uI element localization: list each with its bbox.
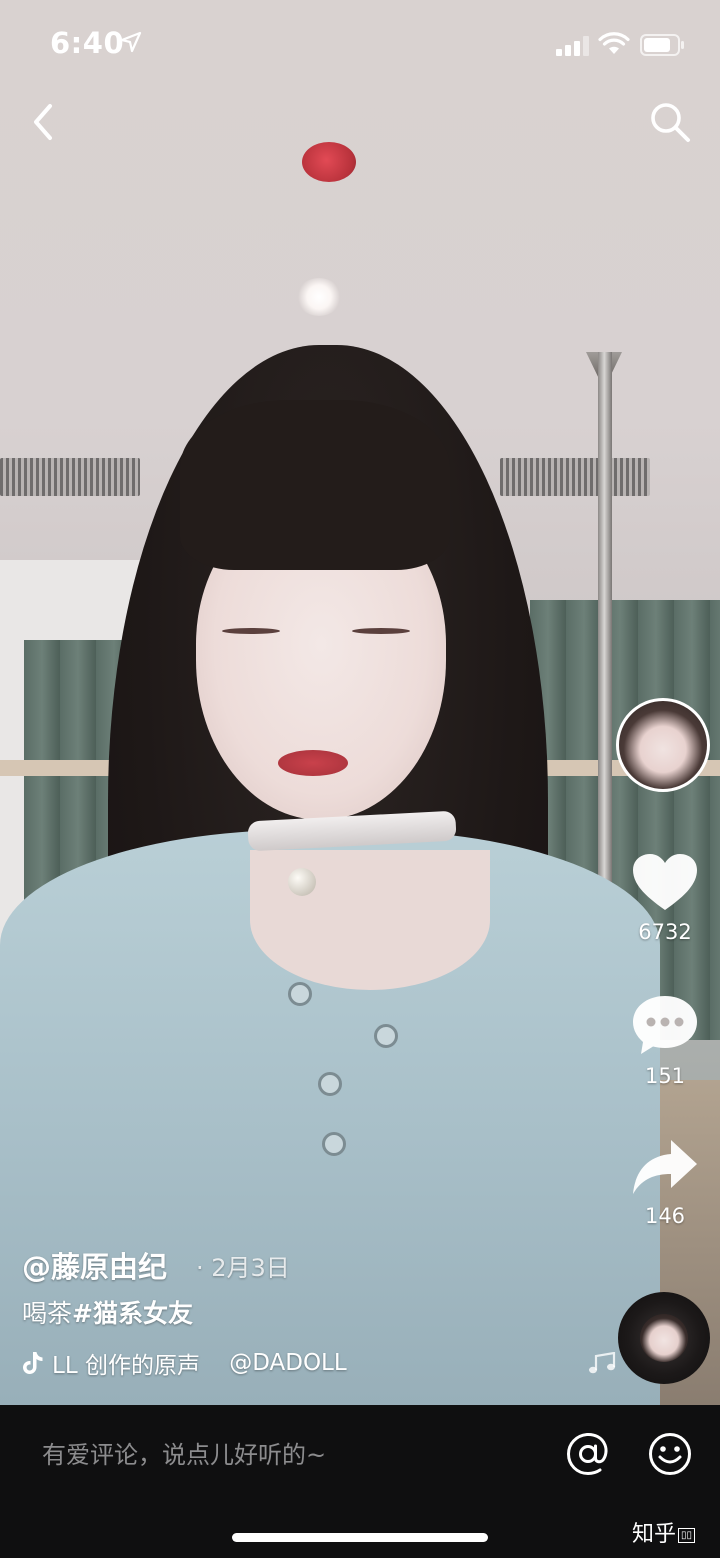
cellular-signal-icon: [556, 36, 589, 56]
shirt-snap: [322, 1132, 346, 1156]
music-info[interactable]: LL 创作的原声 @DADOLL: [22, 1346, 402, 1378]
back-arrow-icon[interactable]: [26, 100, 66, 144]
collar-bell: [288, 868, 316, 896]
watermark-text: 知乎: [632, 1522, 677, 1547]
zhihu-watermark: 知乎 ▯▯: [632, 1516, 696, 1548]
neckline: [250, 850, 490, 990]
post-caption: 喝茶#猫系女友: [22, 1294, 193, 1330]
wifi-icon: [598, 32, 630, 54]
tiktok-logo-icon: [23, 1352, 43, 1374]
location-arrow-icon: [120, 31, 142, 53]
emoji-smiley-icon[interactable]: [648, 1432, 692, 1476]
post-date: · 2月3日: [196, 1254, 290, 1282]
shirt-snap: [288, 982, 312, 1006]
shirt-snap: [318, 1072, 342, 1096]
music-mention: @DADOLL: [229, 1350, 347, 1376]
left-eye: [222, 628, 280, 634]
share-count: 146: [644, 1204, 686, 1228]
like-button[interactable]: 6732: [630, 852, 700, 944]
home-indicator[interactable]: [232, 1533, 488, 1542]
heart-icon: [633, 854, 697, 910]
search-icon[interactable]: [648, 100, 692, 144]
like-count: 6732: [638, 920, 692, 944]
music-title: LL 创作的原声: [52, 1353, 200, 1378]
shirt-snap: [374, 1024, 398, 1048]
comment-count: 151: [644, 1064, 686, 1088]
watermark-badge: ▯▯: [678, 1527, 696, 1543]
caption-hashtag[interactable]: #猫系女友: [72, 1299, 193, 1328]
share-button[interactable]: 146: [630, 1138, 700, 1228]
author-avatar[interactable]: [616, 698, 710, 792]
caption-text: 喝茶: [22, 1299, 73, 1328]
comment-input[interactable]: 有爱评论，说点儿好听的~: [42, 1435, 326, 1470]
lips: [278, 750, 348, 776]
air-vent-right: [500, 458, 650, 496]
ceiling-smoke-detector: [302, 142, 356, 182]
comment-button[interactable]: 151: [630, 994, 700, 1088]
share-arrow-icon: [633, 1140, 697, 1194]
music-disc[interactable]: [618, 1292, 710, 1384]
air-vent-left: [0, 458, 140, 496]
right-eye: [352, 628, 410, 634]
status-time: 6:40: [50, 26, 125, 60]
video-frame[interactable]: [0, 0, 720, 1405]
music-note-icon: [589, 1352, 616, 1374]
author-name[interactable]: @藤原由纪: [22, 1244, 167, 1286]
battery-icon: [640, 34, 684, 56]
bangs: [180, 400, 450, 570]
status-bar: 6:40: [0, 0, 720, 90]
comment-bubble-icon: [633, 996, 697, 1054]
mention-at-icon[interactable]: [566, 1432, 610, 1476]
music-disc-cover: [640, 1314, 688, 1362]
ceiling-light: [296, 278, 342, 316]
